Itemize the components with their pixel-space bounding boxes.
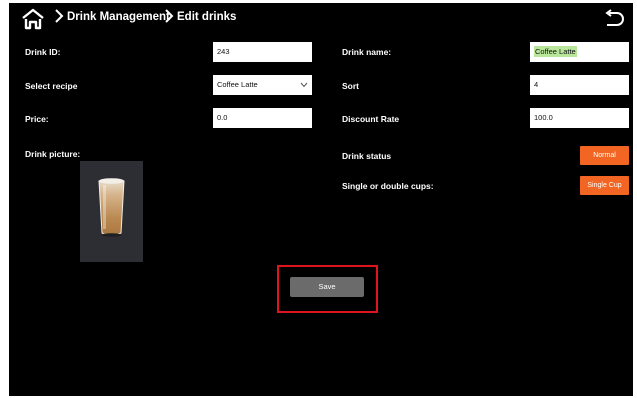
chevron-down-icon: [300, 82, 308, 88]
drink-status-button[interactable]: Normal: [580, 146, 629, 165]
drink-name-input[interactable]: Coffee Latte: [530, 42, 629, 62]
breadcrumb-current: Edit drinks: [177, 11, 237, 23]
sort-input[interactable]: 4: [530, 75, 629, 95]
price-input[interactable]: 0.0: [213, 108, 312, 128]
edit-drink-screen: Drink Management Edit drinks Drink ID: 2…: [9, 3, 633, 396]
breadcrumb-item[interactable]: Drink Management: [67, 10, 170, 24]
top-bar: Drink Management Edit drinks: [9, 3, 633, 31]
discount-rate-input[interactable]: 100.0: [530, 108, 629, 128]
back-icon[interactable]: [603, 8, 627, 28]
discount-rate-label: Discount Rate: [342, 114, 400, 124]
recipe-select-value: Coffee Latte: [217, 80, 258, 89]
chevron-right-icon: [55, 9, 64, 23]
drink-picture-label: Drink picture:: [25, 149, 81, 159]
select-recipe-label: Select recipe: [25, 81, 78, 91]
recipe-select[interactable]: Coffee Latte: [213, 75, 312, 95]
drink-id-label: Drink ID:: [25, 47, 61, 57]
cups-label: Single or double cups:: [342, 181, 434, 191]
home-icon[interactable]: [21, 8, 45, 30]
cup-type-button[interactable]: Single Cup: [580, 176, 629, 195]
drink-name-value: Coffee Latte: [534, 46, 577, 57]
save-button[interactable]: Save: [290, 277, 364, 297]
drink-name-label: Drink name:: [342, 47, 392, 57]
price-label: Price:: [25, 114, 49, 124]
drink-status-label: Drink status: [342, 151, 392, 161]
drink-id-input[interactable]: 243: [213, 42, 312, 62]
sort-label: Sort: [342, 81, 359, 91]
drink-picture[interactable]: [80, 161, 143, 262]
chevron-right-icon: [165, 9, 174, 23]
latte-glass-icon: [98, 178, 125, 237]
